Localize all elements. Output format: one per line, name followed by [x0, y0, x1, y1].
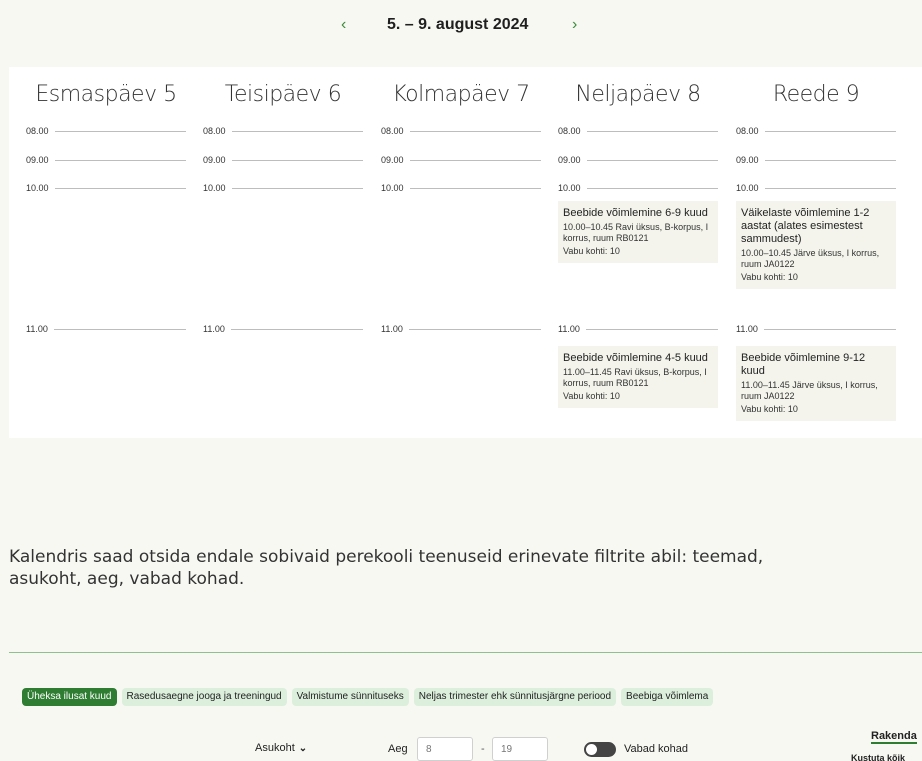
toggle-knob [586, 744, 597, 755]
time-slot: 08.00 [203, 124, 363, 138]
time-label: 08.00 [203, 126, 226, 136]
time-label: 10.00 [26, 183, 49, 193]
event-title: Beebide võimlemine 4-5 kuud [563, 352, 708, 364]
time-label: 08.00 [381, 126, 404, 136]
time-label: 11.00 [558, 324, 580, 334]
tag-pregnancy[interactable]: Üheksa ilusat kuud [22, 688, 117, 706]
time-slot: 11.00 [26, 322, 186, 336]
chevron-down-icon: ⌄ [298, 742, 308, 754]
section-divider [9, 652, 922, 653]
day-column-friday: Reede 9 08.00 09.00 10.00 Väikelaste või… [736, 67, 896, 438]
time-slot: 11.00 [736, 322, 896, 336]
time-slot: 10.00 [381, 181, 541, 195]
clear-filters-button[interactable]: Kustuta kõik [851, 753, 905, 761]
time-slot: 11.00 [558, 322, 718, 336]
event-card[interactable]: Beebide võimlemine 6-9 kuud 10.00–10.45 … [558, 201, 718, 263]
time-label: 10.00 [558, 183, 581, 193]
day-column-monday: Esmaspäev 5 08.00 09.00 10.00 11.00 [26, 67, 186, 438]
time-label: 09.00 [26, 155, 49, 165]
time-label: 09.00 [736, 155, 759, 165]
event-title: Beebide võimlemine 9-12 kuud [741, 352, 866, 377]
location-select[interactable]: Asukoht ⌄ [255, 742, 307, 754]
week-title: 5. – 9. august 2024 [387, 16, 529, 33]
time-label: 10.00 [203, 183, 226, 193]
time-label: 11.00 [203, 324, 225, 334]
event-title: Beebide võimlemine 6-9 kuud [563, 207, 708, 219]
time-label: 10.00 [736, 183, 759, 193]
day-header: Teisipäev 6 [224, 82, 342, 107]
time-slot: 10.00 [736, 181, 896, 195]
time-slot: 08.00 [26, 124, 186, 138]
event-free-spots: Vabu kohti: 10 [563, 246, 620, 256]
event-free-spots: Vabu kohti: 10 [741, 404, 798, 414]
tag-yoga-training[interactable]: Rasedusaegne jooga ja treeningud [121, 688, 287, 706]
time-slot: 09.00 [26, 153, 186, 167]
tag-birth-preparation[interactable]: Valmistume sünnituseks [291, 688, 409, 706]
time-label: 10.00 [381, 183, 404, 193]
day-header: Kolmapäev 7 [392, 82, 530, 107]
apply-filters-button[interactable]: Rakenda [871, 730, 917, 744]
location-select-label: Asukoht [255, 742, 295, 754]
time-slot: 10.00 [26, 181, 186, 195]
week-navigation: ‹ 5. – 9. august 2024 › [0, 14, 922, 38]
tag-baby-gymnastics[interactable]: Beebiga võimlema [621, 688, 714, 706]
time-label: 11.00 [736, 324, 758, 334]
time-label: 09.00 [381, 155, 404, 165]
time-slot: 09.00 [558, 153, 718, 167]
time-slot: 08.00 [736, 124, 896, 138]
calendar-description: Kalendris saad otsida endale sobivaid pe… [9, 547, 764, 589]
time-label: 08.00 [558, 126, 581, 136]
time-slot: 10.00 [203, 181, 363, 195]
filter-row: Asukoht ⌄ Aeg - Vabad kohad Rakenda Kust… [0, 730, 922, 761]
free-spots-label: Vabad kohad [624, 743, 689, 755]
time-min-input[interactable] [417, 737, 473, 761]
time-slot: 08.00 [558, 124, 718, 138]
event-free-spots: Vabu kohti: 10 [563, 391, 620, 401]
day-column-wednesday: Kolmapäev 7 08.00 09.00 10.00 11.00 [381, 67, 541, 438]
time-slot: 09.00 [736, 153, 896, 167]
chevron-right-icon[interactable]: › [572, 16, 577, 34]
time-label: 08.00 [26, 126, 49, 136]
time-slot: 11.00 [381, 322, 541, 336]
chevron-left-icon[interactable]: ‹ [341, 16, 346, 34]
event-card[interactable]: Väikelaste võimlemine 1-2 aastat (alates… [736, 201, 896, 289]
time-label: 11.00 [381, 324, 403, 334]
free-spots-toggle[interactable] [584, 742, 616, 757]
time-label: 09.00 [558, 155, 581, 165]
topic-filter-tags: Üheksa ilusat kuud Rasedusaegne jooga ja… [22, 688, 714, 706]
time-slot: 08.00 [381, 124, 541, 138]
time-filter-label: Aeg [388, 743, 408, 755]
day-header: Reede 9 [772, 82, 860, 107]
week-calendar: Esmaspäev 5 08.00 09.00 10.00 11.00 Teis… [9, 67, 922, 438]
time-slot: 09.00 [381, 153, 541, 167]
day-header: Esmaspäev 5 [35, 82, 177, 107]
day-column-tuesday: Teisipäev 6 08.00 09.00 10.00 11.00 [203, 67, 363, 438]
time-slot: 09.00 [203, 153, 363, 167]
time-label: 08.00 [736, 126, 759, 136]
event-free-spots: Vabu kohti: 10 [741, 272, 798, 282]
event-card[interactable]: Beebide võimlemine 4-5 kuud 11.00–11.45 … [558, 346, 718, 408]
time-label: 09.00 [203, 155, 226, 165]
event-details: 10.00–10.45 Järve üksus, I korrus, ruum … [741, 248, 880, 269]
time-max-input[interactable] [492, 737, 548, 761]
event-details: 11.00–11.45 Järve üksus, I korrus, ruum … [741, 380, 878, 401]
event-details: 11.00–11.45 Ravi üksus, B-korpus, I korr… [563, 367, 707, 388]
day-header: Neljapäev 8 [575, 82, 701, 107]
event-title: Väikelaste võimlemine 1-2 aastat (alates… [741, 207, 870, 245]
tag-fourth-trimester[interactable]: Neljas trimester ehk sünnitusjärgne peri… [413, 688, 617, 706]
time-label: 11.00 [26, 324, 48, 334]
time-slot: 10.00 [558, 181, 718, 195]
range-separator: - [481, 743, 485, 755]
event-card[interactable]: Beebide võimlemine 9-12 kuud 11.00–11.45… [736, 346, 896, 421]
time-slot: 11.00 [203, 322, 363, 336]
event-details: 10.00–10.45 Ravi üksus, B-korpus, I korr… [563, 222, 709, 243]
day-column-thursday: Neljapäev 8 08.00 09.00 10.00 Beebide võ… [558, 67, 718, 438]
